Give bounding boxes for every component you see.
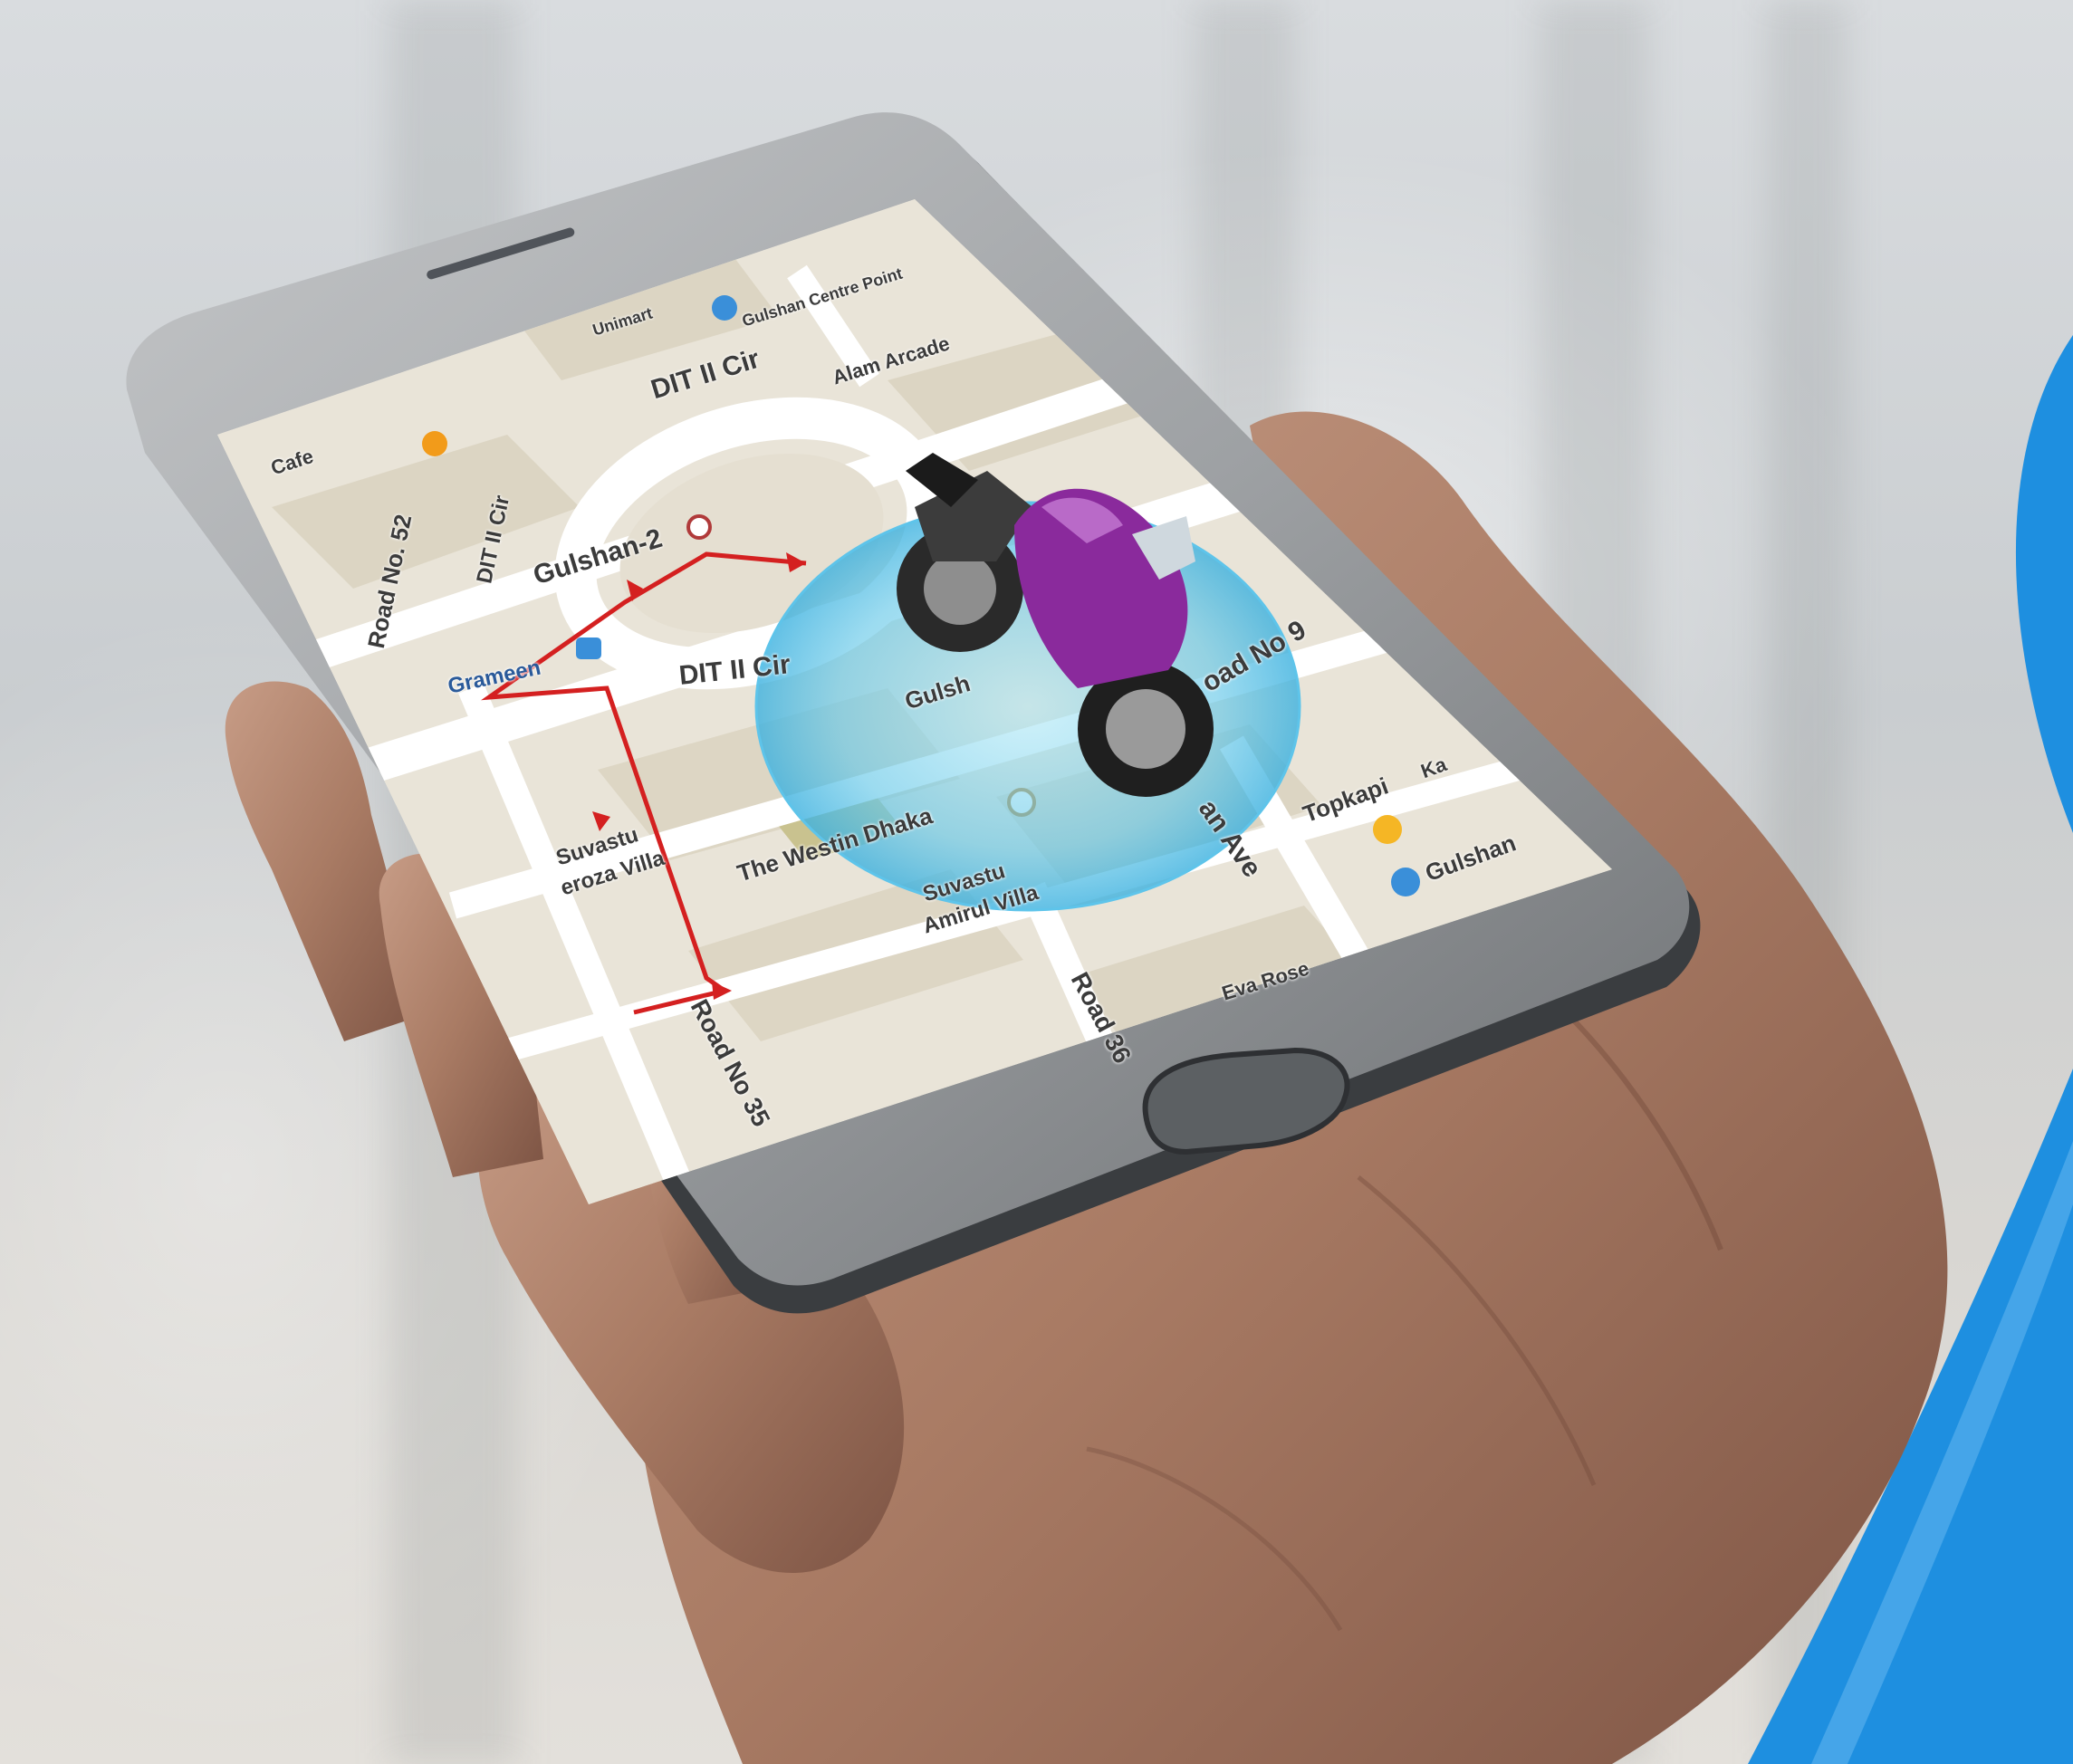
home-button-icon[interactable] xyxy=(1142,1047,1350,1155)
smartphone xyxy=(126,112,1701,1314)
bus-stop-icon[interactable] xyxy=(576,638,601,659)
building-pin-icon[interactable] xyxy=(1391,868,1420,896)
cafe-pin-icon[interactable] xyxy=(422,431,447,456)
place-pin-icon[interactable] xyxy=(686,514,712,540)
photo-scene: Cafe DIT II Cir Alam Arcade Gulshan Cent… xyxy=(0,0,2073,1764)
restaurant-pin-icon[interactable] xyxy=(1373,815,1402,844)
map-pin-icon[interactable] xyxy=(712,295,737,321)
